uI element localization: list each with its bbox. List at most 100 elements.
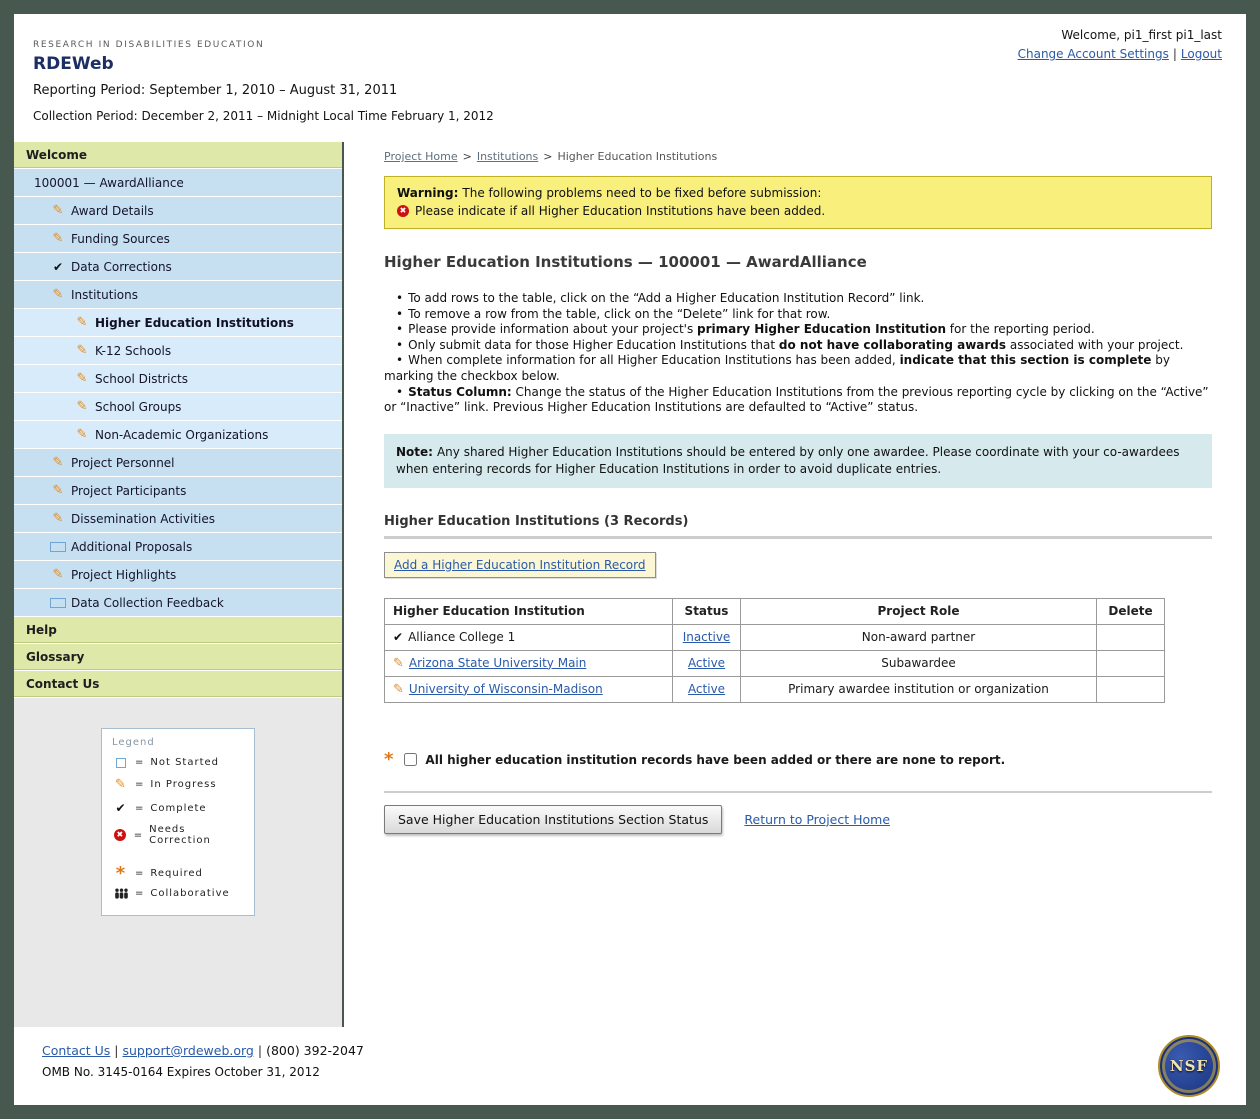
institution-name: Alliance College 1: [408, 630, 515, 644]
role-cell: Non-award partner: [741, 624, 1097, 650]
legend-item-not-started: =Not Started: [112, 757, 244, 768]
breadcrumb-separator: >: [543, 150, 552, 163]
legend-item-in-progress: ✎=In Progress: [112, 777, 244, 792]
not-started-icon: [50, 542, 66, 552]
institution-name-cell: ✔Alliance College 1: [385, 624, 673, 650]
sidebar-item-label: Project Personnel: [71, 456, 175, 470]
bullet-dot: •: [396, 353, 403, 367]
sidebar-lower: Legend =Not Started✎=In Progress✔=Comple…: [14, 698, 342, 1027]
separator: |: [1173, 47, 1177, 61]
pencil-icon: ✎: [50, 203, 66, 218]
sidebar-item-additional-proposals[interactable]: Additional Proposals: [14, 533, 342, 560]
legend-title: Legend: [112, 737, 244, 748]
bullet-dot: •: [396, 322, 403, 336]
section-complete-checkbox[interactable]: [404, 753, 417, 766]
breadcrumb: Project Home>Institutions>Higher Educati…: [384, 150, 1212, 163]
logout-link[interactable]: Logout: [1181, 47, 1222, 61]
institution-link[interactable]: University of Wisconsin-Madison: [409, 682, 603, 696]
separator: |: [114, 1043, 118, 1058]
footer-phone: (800) 392-2047: [266, 1043, 364, 1058]
sidebar-header-welcome[interactable]: Welcome: [14, 142, 342, 168]
needs-correction-icon: ✖: [114, 829, 126, 841]
status-cell: Active: [673, 676, 741, 702]
sidebar-item-label: Additional Proposals: [71, 540, 192, 554]
pencil-icon: ✎: [74, 315, 90, 330]
pencil-icon: ✎: [115, 777, 127, 792]
pencil-icon: ✎: [393, 656, 404, 671]
bullet-dot: •: [396, 307, 403, 321]
sidebar-item-label: School Groups: [95, 400, 181, 414]
pencil-icon: ✎: [74, 343, 90, 358]
note-text: Any shared Higher Education Institutions…: [396, 445, 1180, 476]
pencil-icon: ✎: [50, 287, 66, 302]
sidebar-item-dissemination-activities[interactable]: ✎Dissemination Activities: [14, 505, 342, 532]
sidebar-header-contact-us[interactable]: Contact Us: [14, 671, 342, 697]
institution-name-cell: ✎ Arizona State University Main: [385, 650, 673, 676]
pencil-icon: ✎: [50, 455, 66, 470]
save-section-status-button[interactable]: Save Higher Education Institutions Secti…: [384, 805, 722, 834]
institutions-table: Higher Education InstitutionStatusProjec…: [384, 598, 1165, 703]
confirm-row: * All higher education institution recor…: [384, 753, 1212, 767]
warning-text: The following problems need to be fixed …: [462, 186, 821, 200]
add-record-box: Add a Higher Education Institution Recor…: [384, 552, 656, 578]
sidebar-item-school-groups[interactable]: ✎School Groups: [14, 393, 342, 420]
sidebar-item-100001-awardalliance[interactable]: 100001 — AwardAlliance: [14, 169, 342, 196]
institution-link[interactable]: Arizona State University Main: [409, 656, 586, 670]
table-row: ✎University of Wisconsin-MadisonActivePr…: [385, 676, 1165, 702]
column-header-status: Status: [673, 598, 741, 624]
nsf-logo: NSF: [1158, 1035, 1220, 1097]
warning-label: Warning:: [397, 186, 458, 200]
pencil-icon: ✎: [50, 511, 66, 526]
sidebar-item-funding-sources[interactable]: ✎Funding Sources: [14, 225, 342, 252]
sidebar-item-school-districts[interactable]: ✎School Districts: [14, 365, 342, 392]
sidebar-item-label: Data Corrections: [71, 260, 172, 274]
breadcrumb-separator: >: [463, 150, 472, 163]
sidebar-item-k-12-schools[interactable]: ✎K-12 Schools: [14, 337, 342, 364]
bullet-dot: •: [396, 385, 403, 399]
page-frame: RESEARCH IN DISABILITIES EDUCATION RDEWe…: [0, 0, 1260, 1119]
status-link[interactable]: Active: [688, 656, 725, 670]
check-icon: ✔: [50, 260, 66, 274]
sidebar-item-project-personnel[interactable]: ✎ Project Personnel: [14, 449, 342, 476]
sidebar-header-help[interactable]: Help: [14, 617, 342, 643]
required-icon: *: [116, 869, 126, 879]
sidebar-item-non-academic-organizations[interactable]: ✎ Non-Academic Organizations: [14, 421, 342, 448]
instruction-item: •When complete information for all Highe…: [384, 353, 1212, 384]
footer-contact-link[interactable]: Contact Us: [42, 1043, 110, 1058]
table-row: ✎Arizona State University MainActiveSuba…: [385, 650, 1165, 676]
records-heading: Higher Education Institutions (3 Records…: [384, 514, 1212, 529]
legend-item-collaborative: =Collaborative: [112, 888, 244, 899]
breadcrumb-link[interactable]: Project Home: [384, 150, 458, 163]
add-record-link[interactable]: Add a Higher Education Institution Recor…: [394, 558, 646, 572]
bullet-dot: •: [396, 291, 403, 305]
warning-line: Warning: The following problems need to b…: [397, 186, 1199, 200]
divider: [384, 791, 1212, 793]
breadcrumb-link[interactable]: Institutions: [477, 150, 538, 163]
sidebar-item-data-collection-feedback[interactable]: Data Collection Feedback: [14, 589, 342, 616]
sidebar-item-label: Higher Education Institutions: [95, 316, 294, 330]
separator: |: [258, 1043, 262, 1058]
instruction-item: •Only submit data for those Higher Educa…: [384, 338, 1212, 354]
sidebar-item-project-highlights[interactable]: ✎Project Highlights: [14, 561, 342, 588]
header-user-area: Welcome, pi1_first pi1_last Change Accou…: [1018, 28, 1222, 61]
status-link[interactable]: Inactive: [683, 630, 731, 644]
return-to-project-home-link[interactable]: Return to Project Home: [744, 812, 890, 827]
pencil-icon: ✎: [50, 231, 66, 246]
required-icon: *: [384, 755, 393, 765]
pencil-icon: ✎: [74, 371, 90, 386]
sidebar-item-label: Non-Academic Organizations: [95, 428, 268, 442]
nsf-logo-text: NSF: [1170, 1057, 1208, 1075]
sidebar-item-higher-education-institutions[interactable]: ✎ Higher Education Institutions: [14, 309, 342, 336]
column-header-project-role: Project Role: [741, 598, 1097, 624]
status-cell: Active: [673, 650, 741, 676]
sidebar-item-award-details[interactable]: ✎Award Details: [14, 197, 342, 224]
sidebar-item-label: Project Participants: [71, 484, 186, 498]
pencil-icon: ✎: [74, 427, 90, 442]
sidebar-item-data-corrections[interactable]: ✔ Data Corrections: [14, 253, 342, 280]
change-account-settings-link[interactable]: Change Account Settings: [1018, 47, 1169, 61]
status-link[interactable]: Active: [688, 682, 725, 696]
sidebar-header-glossary[interactable]: Glossary: [14, 644, 342, 670]
footer-email-link[interactable]: support@rdeweb.org: [123, 1043, 254, 1058]
sidebar-item-institutions[interactable]: ✎Institutions: [14, 281, 342, 308]
sidebar-item-project-participants[interactable]: ✎Project Participants: [14, 477, 342, 504]
